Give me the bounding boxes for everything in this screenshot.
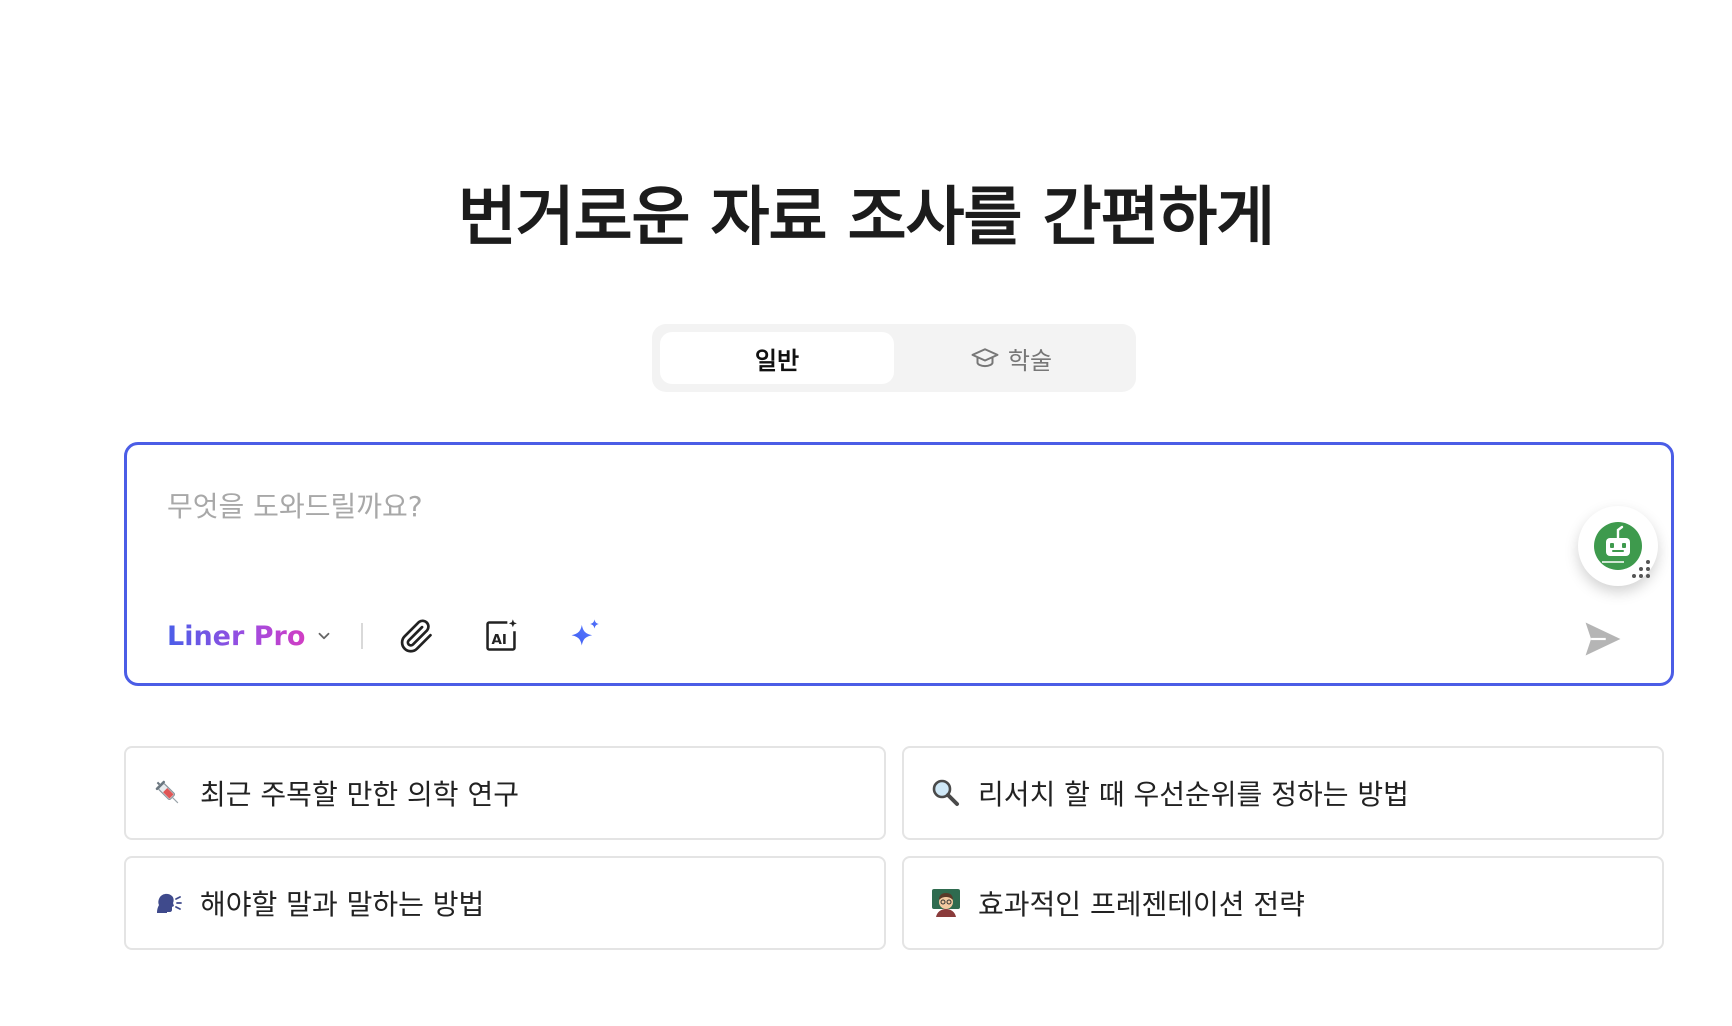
mode-toggle: 일반 학술 bbox=[652, 324, 1136, 392]
send-button[interactable] bbox=[1575, 611, 1631, 667]
suggestion-card[interactable]: 리서치 할 때 우선순위를 정하는 방법 bbox=[902, 746, 1664, 840]
model-selector[interactable]: Liner Pro bbox=[167, 621, 333, 652]
suggestion-card[interactable]: 해야할 말과 말하는 방법 bbox=[124, 856, 886, 950]
suggestion-card[interactable]: 효과적인 프레젠테이션 전략 bbox=[902, 856, 1664, 950]
tab-general-label: 일반 bbox=[754, 346, 800, 375]
suggestion-label: 해야할 말과 말하는 방법 bbox=[200, 888, 485, 921]
tab-general[interactable]: 일반 bbox=[660, 332, 894, 384]
drag-handle-icon[interactable] bbox=[1628, 556, 1654, 582]
attach-file-button[interactable] bbox=[393, 612, 441, 660]
sparkle-icon bbox=[571, 619, 600, 646]
page-title: 번거로운 자료 조사를 간편하게 bbox=[457, 181, 1275, 255]
toolbar-divider bbox=[361, 623, 364, 649]
ai-image-icon: AI bbox=[486, 619, 518, 651]
suggestion-label: 리서치 할 때 우선순위를 정하는 방법 bbox=[978, 778, 1409, 811]
ai-image-button[interactable]: AI bbox=[477, 612, 525, 660]
magnifier-icon bbox=[928, 775, 964, 811]
tab-academic[interactable]: 학술 bbox=[894, 332, 1128, 384]
graduation-cap-icon bbox=[971, 348, 999, 368]
speaking-head-icon bbox=[150, 885, 186, 921]
page: 번거로운 자료 조사를 간편하게 일반 학술 Liner Pro bbox=[0, 0, 1732, 1026]
search-input[interactable] bbox=[167, 481, 1467, 531]
chevron-down-icon bbox=[318, 632, 330, 640]
syringe-icon bbox=[150, 775, 186, 811]
send-icon bbox=[1585, 622, 1621, 656]
suggestion-card[interactable]: 최근 주목할 만한 의학 연구 bbox=[124, 746, 886, 840]
model-label: Liner Pro bbox=[167, 620, 306, 652]
suggestion-label: 최근 주목할 만한 의학 연구 bbox=[200, 778, 519, 811]
tab-academic-label: 학술 bbox=[1007, 346, 1053, 375]
search-toolbar: Liner Pro AI bbox=[167, 611, 645, 661]
teacher-icon bbox=[928, 885, 964, 921]
svg-text:AI: AI bbox=[492, 633, 507, 648]
ai-sparkle-button[interactable] bbox=[561, 612, 609, 660]
suggestion-label: 효과적인 프레젠테이션 전략 bbox=[978, 888, 1305, 921]
suggestion-grid: 최근 주목할 만한 의학 연구 리서치 할 때 우선순위를 정하는 방법 해야할… bbox=[124, 746, 1664, 950]
paperclip-icon bbox=[401, 619, 433, 653]
search-box: Liner Pro AI bbox=[124, 442, 1674, 686]
